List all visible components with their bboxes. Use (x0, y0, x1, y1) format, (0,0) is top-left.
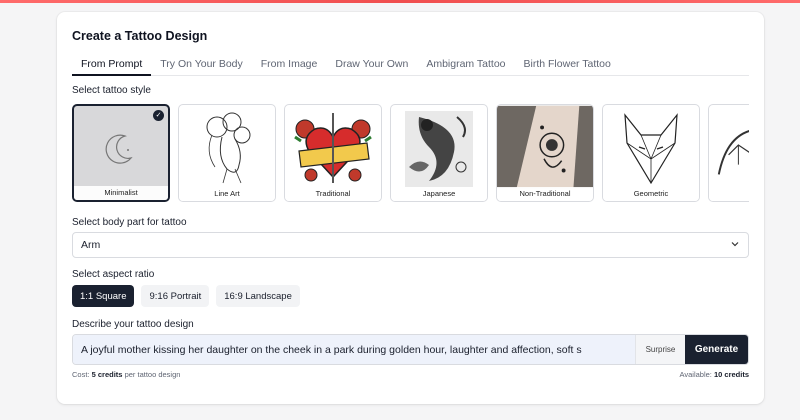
style-card-non-traditional[interactable]: Non-Traditional (496, 104, 594, 202)
prompt-input[interactable] (73, 335, 635, 364)
turtle-icon (709, 105, 749, 189)
tab-draw-your-own[interactable]: Draw Your Own (326, 56, 417, 76)
top-accent-bar (0, 0, 800, 3)
wolf-head-icon (603, 105, 699, 189)
style-options: ✓ Minimalist Line Art Traditional Japane… (72, 104, 749, 202)
chevron-down-icon (730, 239, 740, 252)
heart-mom-banner-icon (285, 105, 381, 189)
available-value: 10 credits (713, 370, 749, 379)
style-label-minimalist: Minimalist (74, 186, 168, 200)
cost-value: 5 credits (91, 370, 123, 379)
style-card-partial[interactable]: Tr (708, 104, 749, 202)
tab-birth-flower-tattoo[interactable]: Birth Flower Tattoo (515, 56, 620, 76)
prompt-row: Surprise Generate (72, 334, 749, 365)
style-label-japanese: Japanese (391, 187, 487, 201)
body-part-select[interactable]: Arm (72, 232, 749, 258)
style-label-line-art: Line Art (179, 187, 275, 201)
available-prefix: Available: (679, 370, 712, 379)
astronaut-arm-icon (497, 105, 593, 189)
tab-from-prompt[interactable]: From Prompt (72, 56, 152, 76)
tab-bar: From Prompt Try On Your Body From Image … (72, 56, 749, 76)
available-note: Available: 10 credits (679, 370, 749, 379)
style-label-partial: Tr (709, 187, 749, 201)
style-card-traditional[interactable]: Traditional (284, 104, 382, 202)
tab-try-on-your-body[interactable]: Try On Your Body (151, 56, 252, 76)
style-label-non-traditional: Non-Traditional (497, 187, 593, 201)
cost-prefix: Cost: (72, 370, 90, 379)
aspect-ratio-options: 1:1 Square 9:16 Portrait 16:9 Landscape (72, 285, 300, 307)
body-part-value: Arm (81, 239, 101, 251)
generate-button[interactable]: Generate (685, 335, 748, 364)
aspect-ratio-label: Select aspect ratio (72, 269, 155, 280)
ratio-square-button[interactable]: 1:1 Square (72, 285, 135, 307)
cost-note: Cost: 5 credits per tattoo design (72, 370, 180, 379)
style-label-traditional: Traditional (285, 187, 381, 201)
tab-ambigram-tattoo[interactable]: Ambigram Tattoo (417, 56, 514, 76)
koi-fish-icon (391, 105, 487, 189)
page-title: Create a Tattoo Design (72, 29, 208, 43)
style-section-label: Select tattoo style (72, 85, 151, 96)
woman-portrait-icon (179, 105, 275, 189)
style-card-line-art[interactable]: Line Art (178, 104, 276, 202)
create-tattoo-card: Create a Tattoo Design From Prompt Try O… (57, 12, 764, 404)
prompt-label: Describe your tattoo design (72, 319, 194, 330)
style-card-geometric[interactable]: Geometric (602, 104, 700, 202)
tab-from-image[interactable]: From Image (252, 56, 327, 76)
ratio-landscape-button[interactable]: 16:9 Landscape (216, 285, 300, 307)
style-label-geometric: Geometric (603, 187, 699, 201)
ratio-portrait-button[interactable]: 9:16 Portrait (141, 285, 210, 307)
surprise-button[interactable]: Surprise (635, 335, 685, 364)
cost-suffix: per tattoo design (124, 370, 181, 379)
check-icon: ✓ (153, 110, 164, 121)
style-card-minimalist[interactable]: ✓ Minimalist (72, 104, 170, 202)
style-card-japanese[interactable]: Japanese (390, 104, 488, 202)
body-part-label: Select body part for tattoo (72, 217, 187, 228)
